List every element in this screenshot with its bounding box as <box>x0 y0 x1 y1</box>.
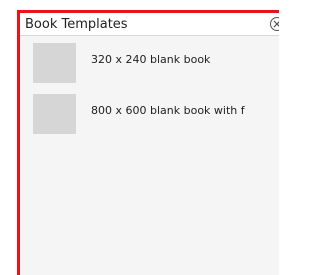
template-item-800x600[interactable]: 800 x 600 blank book with f <box>20 89 279 135</box>
book-templates-panel: Book Templates 320 x 240 blank book 800 … <box>17 10 279 275</box>
template-label: 320 x 240 blank book <box>91 53 211 66</box>
close-icon-glyph <box>273 20 279 28</box>
panel-header: Book Templates <box>20 13 279 36</box>
template-thumbnail <box>33 43 76 83</box>
template-label: 800 x 600 blank book with f <box>91 104 245 117</box>
template-thumbnail <box>33 94 76 134</box>
close-icon[interactable] <box>270 17 279 31</box>
panel-title: Book Templates <box>25 17 128 32</box>
template-item-320x240[interactable]: 320 x 240 blank book <box>20 38 279 84</box>
